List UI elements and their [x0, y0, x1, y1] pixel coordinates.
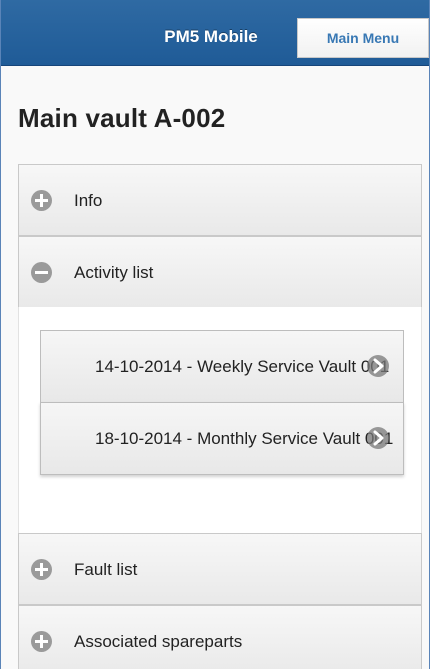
plus-icon	[31, 559, 52, 580]
activity-item-2[interactable]: 18-10-2014 - Monthly Service Vault 001	[40, 402, 404, 475]
section-fault-list-label: Fault list	[74, 560, 138, 579]
section-info[interactable]: Info	[18, 164, 422, 236]
app-frame: PM5 Mobile Main Menu Main vault A-002 In…	[0, 0, 430, 669]
section-info-label: Info	[74, 191, 103, 210]
activity-item-label: 18-10-2014 - Monthly Service Vault 001	[95, 429, 394, 448]
plus-icon	[31, 190, 52, 211]
app-header: PM5 Mobile Main Menu	[1, 0, 429, 66]
activity-item-1[interactable]: 14-10-2014 - Weekly Service Vault 001	[40, 330, 404, 403]
activity-list-content: 14-10-2014 - Weekly Service Vault 001 18…	[18, 307, 422, 534]
minus-icon	[31, 262, 52, 283]
activity-item-label: 14-10-2014 - Weekly Service Vault 001	[95, 357, 390, 376]
plus-icon	[31, 631, 52, 652]
arrow-right-icon	[367, 427, 389, 449]
section-associated-spareparts[interactable]: Associated spareparts	[18, 605, 422, 669]
section-fault-list[interactable]: Fault list	[18, 533, 422, 605]
app-title: PM5 Mobile	[164, 27, 258, 46]
page-title: Main vault A-002	[18, 103, 226, 133]
section-activity-list-label: Activity list	[74, 263, 154, 282]
arrow-right-icon	[367, 355, 389, 377]
main-menu-button[interactable]: Main Menu	[297, 18, 429, 58]
section-associated-spareparts-label: Associated spareparts	[74, 632, 243, 651]
section-activity-list[interactable]: Activity list	[18, 236, 422, 308]
